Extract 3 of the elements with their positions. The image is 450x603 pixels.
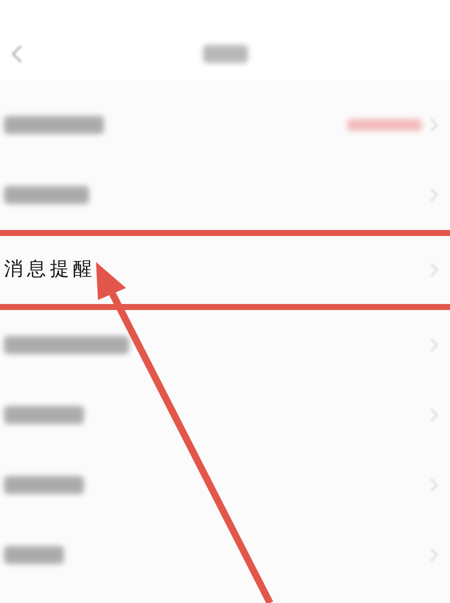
row-label[interactable]: 消息提醒 [4,256,96,284]
blurred-title [202,45,248,63]
blurred-label [4,546,64,564]
